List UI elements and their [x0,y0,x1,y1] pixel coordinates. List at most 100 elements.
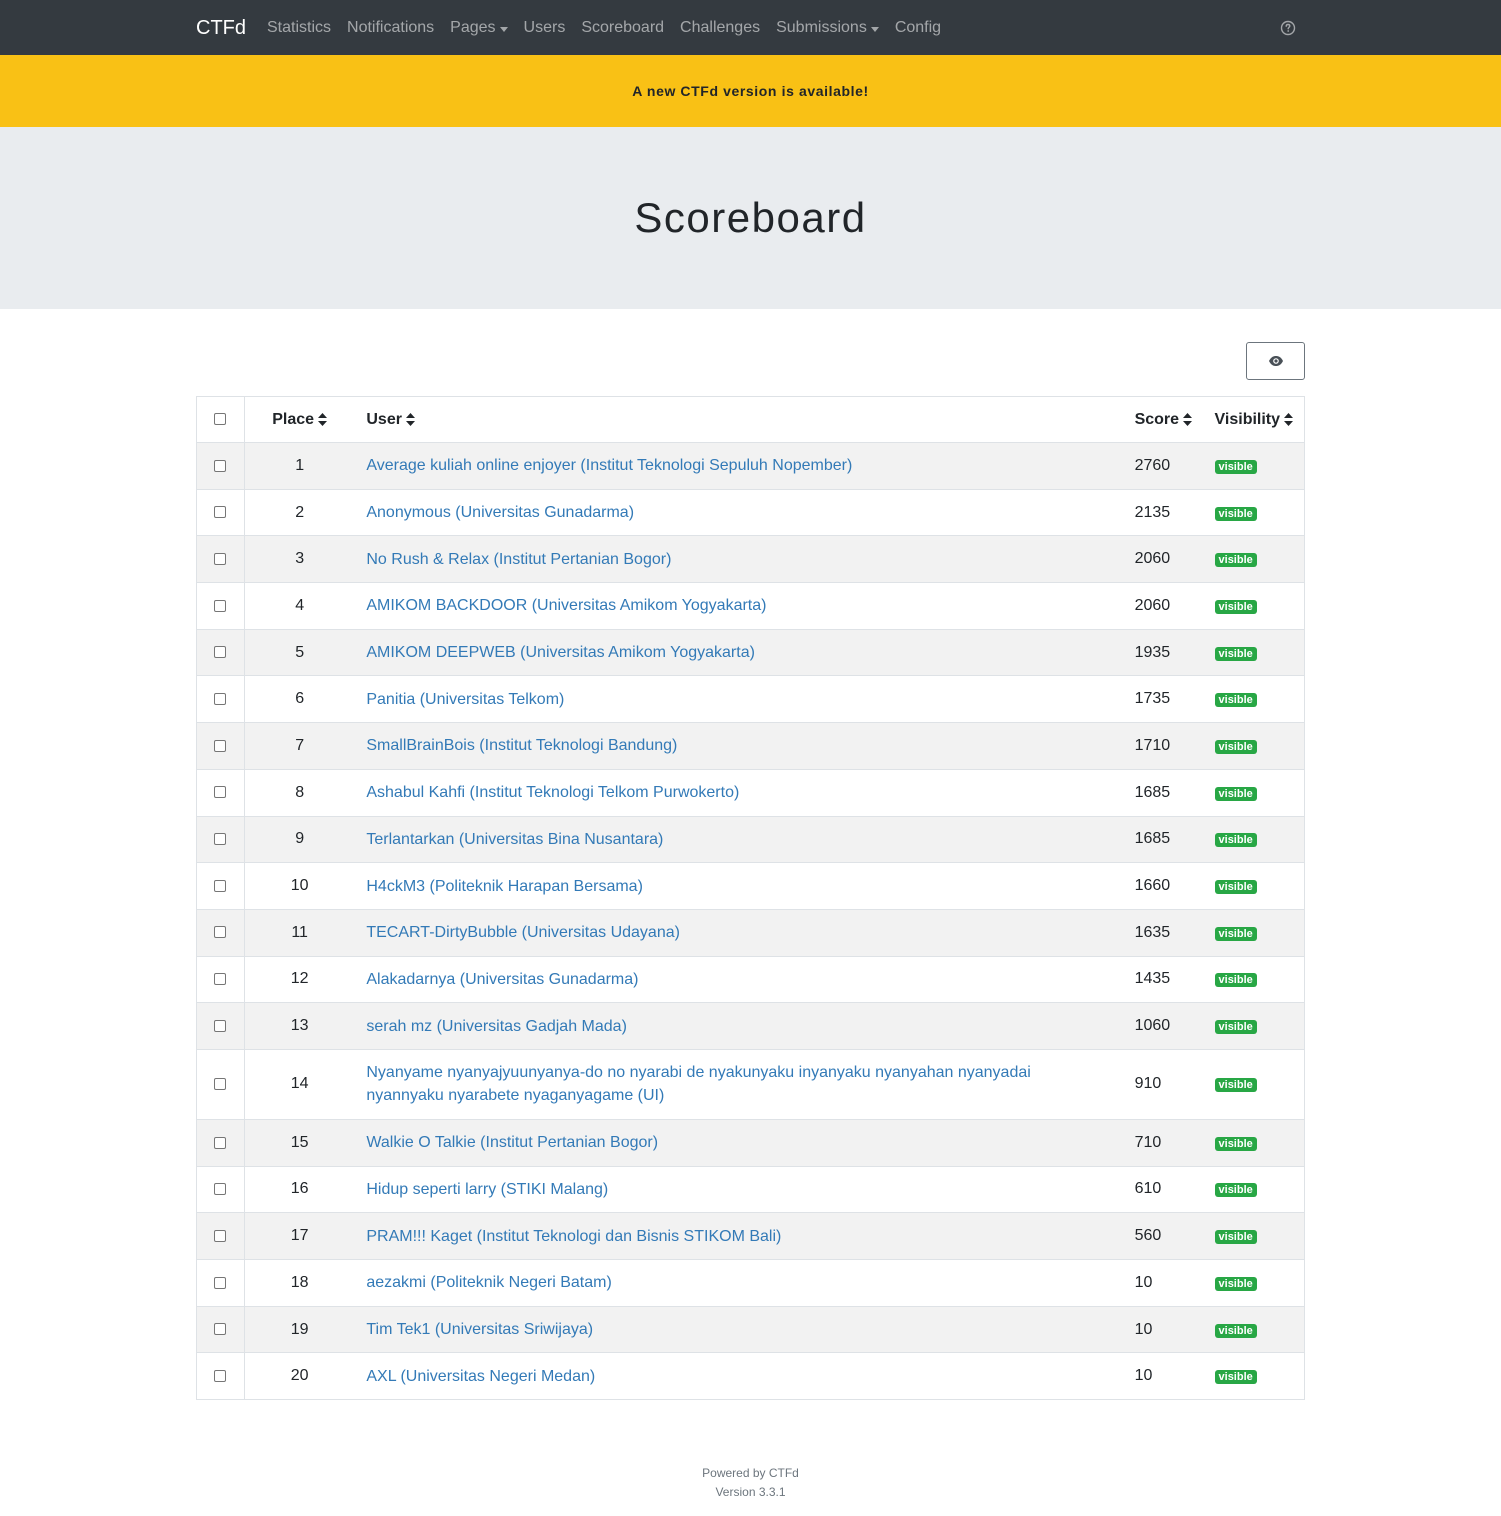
user-cell: Walkie O Talkie (Institut Pertanian Bogo… [354,1118,1135,1167]
sort-icon [318,412,328,426]
nav-item-challenges[interactable]: Challenges [672,17,768,39]
visibility-badge: visible [1214,1183,1257,1198]
sort-icon [1284,412,1294,426]
row-checkbox[interactable] [214,1019,227,1032]
score-cell: 2060 [1134,535,1215,583]
row-checkbox[interactable] [214,1078,227,1091]
row-checkbox[interactable] [214,646,227,659]
user-link[interactable]: TECART-DirtyBubble (Universitas Udayana) [366,924,680,941]
powered-by-text[interactable]: Powered by CTFd [0,1464,1501,1483]
brand-link[interactable]: CTFd [196,15,246,41]
user-link[interactable]: Alakadarnya (Universitas Gunadarma) [366,971,638,988]
visibility-badge: visible [1214,459,1257,474]
table-row: 18 aezakmi (Politeknik Negeri Batam) 10 vis… [196,1259,1305,1307]
select-all-checkbox[interactable] [214,413,227,426]
nav-item-label: Challenges [680,19,761,36]
row-checkbox[interactable] [214,1136,227,1149]
place-cell: 14 [244,1048,355,1120]
row-checkbox[interactable] [214,926,227,939]
scoreboard-body: 1 Average kuliah online enjoyer (Institut… [196,442,1305,1400]
user-link[interactable]: serah mz (Universitas Gadjah Mada) [366,1018,627,1035]
row-checkbox[interactable] [214,506,227,519]
row-select-cell [196,442,245,490]
row-select-cell [196,815,245,863]
row-checkbox[interactable] [214,693,227,706]
visibility-badge: visible [1214,1276,1257,1291]
row-checkbox[interactable] [214,1369,227,1382]
nav-item-label: Statistics [267,19,332,36]
row-checkbox[interactable] [214,1276,227,1289]
visibility-badge: visible [1214,739,1257,754]
nav-item-statistics[interactable]: Statistics [259,17,339,39]
nav-item-users[interactable]: Users [516,17,574,39]
table-row: 10 H4ckM3 (Politeknik Harapan Bersama) 166… [196,862,1305,910]
score-cell: 610 [1134,1165,1215,1213]
place-cell: 8 [244,768,355,816]
user-link[interactable]: Average kuliah online enjoyer (Institut … [366,457,852,474]
nav-item-config[interactable]: Config [887,17,949,39]
table-header-row: Place User Score Visibility [196,396,1305,443]
visibility-badge: visible [1214,1323,1257,1338]
user-cell: Average kuliah online enjoyer (Institut … [354,442,1135,490]
user-link[interactable]: AMIKOM BACKDOOR (Universitas Amikom Yogy… [366,597,766,614]
table-row: 11 TECART-DirtyBubble (Universitas Udayan… [196,908,1305,957]
user-link[interactable]: SmallBrainBois (Institut Teknologi Bandu… [366,737,677,754]
row-select-cell [196,535,245,583]
user-link[interactable]: AMIKOM DEEPWEB (Universitas Amikom Yogya… [366,644,755,661]
row-checkbox[interactable] [214,739,227,752]
row-checkbox[interactable] [214,1229,227,1242]
user-link[interactable]: Panitia (Universitas Telkom) [366,691,564,708]
user-link[interactable]: aezakmi (Politeknik Negeri Batam) [366,1274,611,1291]
row-checkbox[interactable] [214,459,227,472]
visibility-badge: visible [1214,1078,1257,1093]
row-checkbox[interactable] [214,879,227,892]
nav-item-pages[interactable]: Pages [442,17,515,39]
score-header[interactable]: Score [1134,396,1215,443]
visibility-header[interactable]: Visibility [1214,396,1305,443]
visibility-cell: visible [1214,535,1305,583]
toggle-visibility-button[interactable] [1246,342,1305,380]
user-link[interactable]: Hidup seperti larry (STIKI Malang) [366,1181,608,1198]
nav-item-label: Notifications [347,19,435,36]
place-cell: 1 [244,442,355,490]
visibility-badge: visible [1214,1230,1257,1245]
user-link[interactable]: Walkie O Talkie (Institut Pertanian Bogo… [366,1134,658,1151]
place-header[interactable]: Place [244,396,355,443]
row-checkbox[interactable] [214,833,227,846]
row-checkbox[interactable] [214,973,227,986]
user-link[interactable]: AXL (Universitas Negeri Medan) [366,1368,595,1385]
visibility-cell: visible [1214,628,1305,676]
sort-icon [405,413,415,427]
visibility-cell: visible [1214,722,1305,770]
nav-item-notifications[interactable]: Notifications [339,17,442,39]
score-cell: 2760 [1134,442,1215,490]
user-link[interactable]: H4ckM3 (Politeknik Harapan Bersama) [366,878,643,895]
row-checkbox[interactable] [214,1183,227,1196]
user-link[interactable]: Ashabul Kahfi (Institut Teknologi Telkom… [366,784,739,801]
user-link[interactable]: No Rush & Relax (Institut Pertanian Bogo… [366,551,671,568]
user-link[interactable]: Terlantarkan (Universitas Bina Nusantara… [366,831,663,848]
place-cell: 9 [244,815,355,863]
place-cell: 11 [244,908,355,957]
visibility-badge: visible [1214,973,1257,988]
table-row: 7 SmallBrainBois (Institut Teknologi Band… [196,722,1305,770]
user-header[interactable]: User [354,396,1135,443]
table-row: 1 Average kuliah online enjoyer (Institut… [196,442,1305,490]
top-navbar: CTFd Statistics Notifications Pages Users Sc… [0,0,1501,55]
row-checkbox[interactable] [214,1323,227,1336]
nav-item-submissions[interactable]: Submissions [768,17,887,39]
place-cell: 19 [244,1305,355,1353]
row-checkbox[interactable] [214,552,227,565]
nav-item-scoreboard[interactable]: Scoreboard [573,17,672,39]
row-checkbox[interactable] [214,599,227,612]
user-link[interactable]: Anonymous (Universitas Gunadarma) [366,504,634,521]
question-circle-icon[interactable] [1280,20,1296,36]
place-cell: 13 [244,1002,355,1050]
user-link[interactable]: PRAM!!! Kaget (Institut Teknologi dan Bi… [366,1228,781,1245]
user-link[interactable]: Tim Tek1 (Universitas Sriwijaya) [366,1321,593,1338]
visibility-badge: visible [1214,926,1257,941]
user-link[interactable]: Nyanyame nyanyajyuunyanya-do no nyarabi … [366,1064,1030,1104]
place-cell: 6 [244,675,355,723]
row-checkbox[interactable] [214,786,227,799]
score-cell: 1685 [1134,768,1215,816]
